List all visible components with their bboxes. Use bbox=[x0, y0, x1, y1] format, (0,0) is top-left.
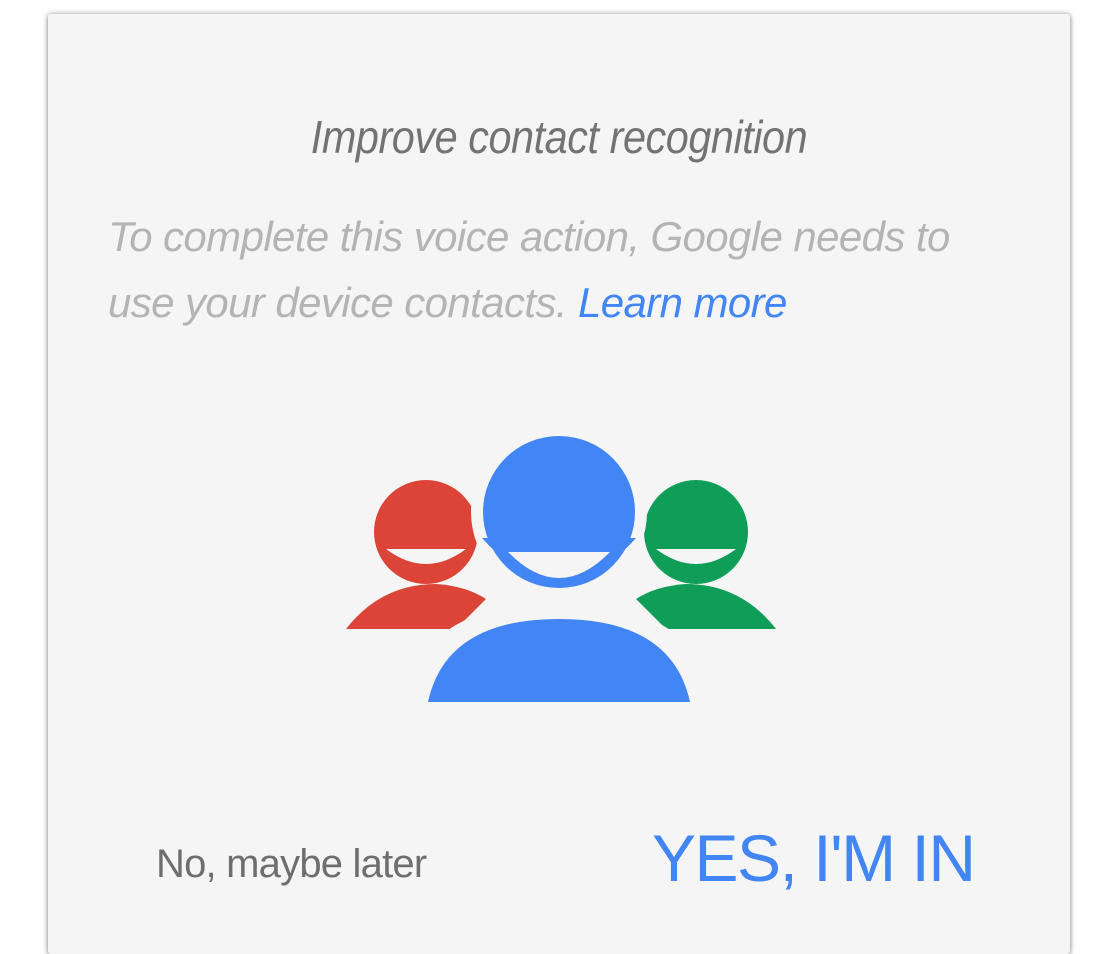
learn-more-link[interactable]: Learn more bbox=[578, 279, 787, 326]
accept-button[interactable]: YES, I'M IN bbox=[652, 820, 976, 896]
dialog-message-text: To complete this voice action, Google ne… bbox=[108, 213, 950, 326]
dialog-title: Improve contact recognition bbox=[310, 111, 808, 163]
dialog-message: To complete this voice action, Google ne… bbox=[108, 204, 1008, 336]
right-person-icon bbox=[636, 480, 776, 629]
left-person-icon bbox=[346, 480, 486, 629]
contacts-group-icon bbox=[346, 424, 776, 702]
center-person-icon bbox=[428, 436, 690, 702]
contact-permission-dialog: Improve contact recognition To complete … bbox=[48, 14, 1070, 954]
decline-button[interactable]: No, maybe later bbox=[156, 842, 427, 887]
